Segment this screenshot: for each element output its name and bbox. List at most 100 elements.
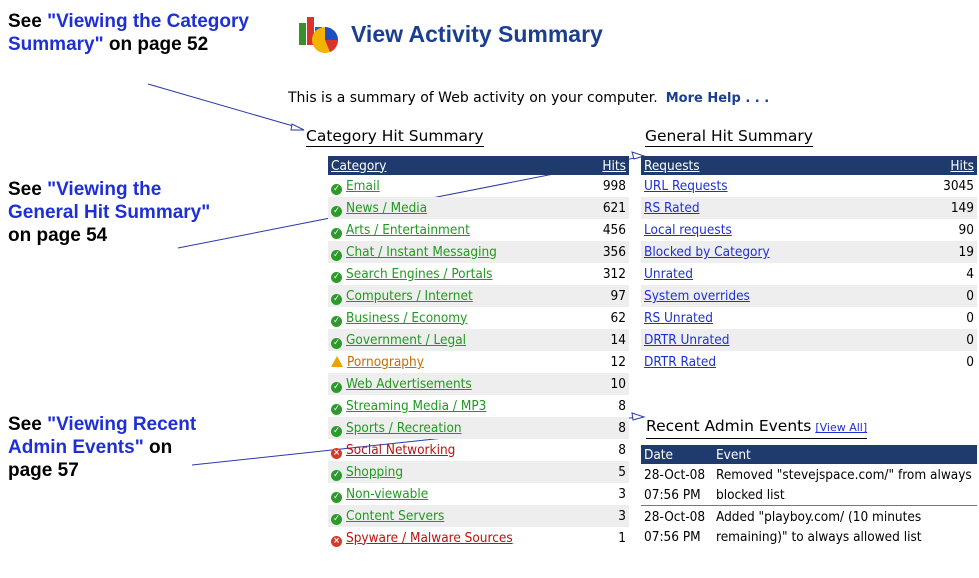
category-link[interactable]: Sports / Recreation xyxy=(346,420,462,436)
hits-cell: 10 xyxy=(587,373,629,395)
hits-cell: 0 xyxy=(966,310,974,326)
category-cell: ✓ News / Media xyxy=(328,197,588,219)
category-link[interactable]: Streaming Media / MP3 xyxy=(346,398,486,414)
table-row: ✓ Streaming Media / MP3 8 xyxy=(328,395,629,417)
category-link[interactable]: Chat / Instant Messaging xyxy=(346,244,497,260)
category-link[interactable]: Non-viewable xyxy=(346,486,428,502)
hits-cell: 356 xyxy=(587,241,629,263)
event-row: 28-Oct-08 07:56 PM Added "playboy.com/ (1… xyxy=(641,505,977,547)
request-link[interactable]: DRTR Rated xyxy=(644,354,716,370)
hits-column-header[interactable]: Hits xyxy=(587,156,629,175)
request-link[interactable]: DRTR Unrated xyxy=(644,332,730,348)
category-cell: ✓ Arts / Entertainment xyxy=(328,219,588,241)
category-link[interactable]: Social Networking xyxy=(346,442,455,458)
table-row: Unrated 4 xyxy=(641,263,977,285)
page-title: View Activity Summary xyxy=(351,20,603,47)
callout-admin-events: See "Viewing Recent Admin Events" on pag… xyxy=(8,414,197,481)
hits-cell: 3045 xyxy=(943,178,974,194)
category-cell: Pornography xyxy=(328,351,588,373)
category-link[interactable]: Shopping xyxy=(346,464,403,480)
category-cell: × Social Networking xyxy=(328,439,588,461)
table-row: ✓ Government / Legal 14 xyxy=(328,329,629,351)
table-row: ✓ News / Media 621 xyxy=(328,197,629,219)
warning-triangle-icon xyxy=(331,356,343,367)
category-cell: ✓ Sports / Recreation xyxy=(328,417,588,439)
table-row: Local requests 90 xyxy=(641,219,977,241)
blocked-x-icon: × xyxy=(331,447,342,459)
allowed-check-icon: ✓ xyxy=(331,513,342,525)
request-cell: DRTR Rated xyxy=(641,351,903,373)
request-link[interactable]: RS Unrated xyxy=(644,310,713,326)
category-cell: ✓ Non-viewable xyxy=(328,483,588,505)
allowed-check-icon: ✓ xyxy=(331,205,342,217)
hits-cell: 14 xyxy=(587,329,629,351)
category-link[interactable]: Content Servers xyxy=(346,508,444,524)
hits-column-header[interactable]: Hits xyxy=(903,156,977,175)
table-row: Blocked by Category 19 xyxy=(641,241,977,263)
category-link[interactable]: Search Engines / Portals xyxy=(346,266,493,282)
table-row: ✓ Content Servers 3 xyxy=(328,505,629,527)
request-cell: Unrated xyxy=(641,263,903,285)
request-link[interactable]: Unrated xyxy=(644,266,693,282)
allowed-check-icon: ✓ xyxy=(331,249,342,261)
request-link[interactable]: URL Requests xyxy=(644,178,728,194)
request-link[interactable]: Blocked by Category xyxy=(644,244,770,260)
request-link[interactable]: RS Rated xyxy=(644,200,700,216)
callout-general-summary: See "Viewing the General Hit Summary" on… xyxy=(8,179,211,246)
category-summary-title: Category Hit Summary xyxy=(306,127,484,147)
category-cell: ✓ Computers / Internet xyxy=(328,285,588,307)
hits-cell: 19 xyxy=(903,241,977,263)
request-link[interactable]: Local requests xyxy=(644,222,732,238)
hits-cell: 8 xyxy=(618,442,626,458)
category-cell: ✓ Chat / Instant Messaging xyxy=(328,241,588,263)
allowed-check-icon: ✓ xyxy=(331,315,342,327)
category-cell: × Spyware / Malware Sources xyxy=(328,527,588,549)
allowed-check-icon: ✓ xyxy=(331,469,342,481)
view-all-link[interactable]: [View All] xyxy=(815,421,867,434)
table-row: URL Requests 3045 xyxy=(641,175,977,197)
table-row: System overrides 0 xyxy=(641,285,977,307)
table-row: × Spyware / Malware Sources 1 xyxy=(328,527,629,549)
category-link[interactable]: Business / Economy xyxy=(346,310,467,326)
allowed-check-icon: ✓ xyxy=(331,183,342,195)
category-column-header[interactable]: Category xyxy=(328,156,588,175)
intro-text: This is a summary of Web activity on you… xyxy=(288,90,770,106)
table-row: × Social Networking 8 xyxy=(328,439,629,461)
category-link[interactable]: Arts / Entertainment xyxy=(346,222,470,238)
hits-cell: 312 xyxy=(602,266,626,282)
leader-line xyxy=(147,83,301,129)
allowed-check-icon: ✓ xyxy=(331,227,342,239)
category-link[interactable]: Web Advertisements xyxy=(346,376,472,392)
category-link[interactable]: Spyware / Malware Sources xyxy=(346,530,513,546)
allowed-check-icon: ✓ xyxy=(331,491,342,503)
request-cell: Blocked by Category xyxy=(641,241,904,263)
request-cell: DRTR Unrated xyxy=(641,329,904,351)
category-cell: ✓ Web Advertisements xyxy=(328,373,588,395)
category-cell: ✓ Email xyxy=(328,175,588,197)
request-cell: RS Unrated xyxy=(641,307,903,329)
hits-cell: 62 xyxy=(610,310,626,326)
category-link[interactable]: News / Media xyxy=(346,200,427,216)
category-cell: ✓ Government / Legal xyxy=(328,329,588,351)
request-link[interactable]: System overrides xyxy=(644,288,750,304)
request-cell: URL Requests xyxy=(641,175,903,197)
category-link[interactable]: Email xyxy=(346,178,380,194)
allowed-check-icon: ✓ xyxy=(331,337,342,349)
table-row: ✓ Shopping 5 xyxy=(328,461,629,483)
event-column-header: Event xyxy=(713,445,977,464)
table-row: ✓ Arts / Entertainment 456 xyxy=(328,219,629,241)
category-cell: ✓ Content Servers xyxy=(328,505,588,527)
category-link[interactable]: Computers / Internet xyxy=(346,288,473,304)
category-link[interactable]: Government / Legal xyxy=(346,332,466,348)
hits-cell: 97 xyxy=(587,285,629,307)
hits-cell: 0 xyxy=(903,329,977,351)
requests-column-header[interactable]: Requests xyxy=(641,156,904,175)
table-row: DRTR Unrated 0 xyxy=(641,329,977,351)
category-summary-table: Category Hits ✓ Email 998 ✓ News / Media 621 ✓… xyxy=(328,156,629,549)
category-cell: ✓ Shopping xyxy=(328,461,588,483)
category-cell: ✓ Search Engines / Portals xyxy=(328,263,588,285)
table-row: ✓ Chat / Instant Messaging 356 xyxy=(328,241,629,263)
event-description: Removed "stevejspace.com/" from always b… xyxy=(716,467,972,503)
more-help-link[interactable]: More Help . . . xyxy=(666,91,769,106)
category-link[interactable]: Pornography xyxy=(347,354,424,370)
